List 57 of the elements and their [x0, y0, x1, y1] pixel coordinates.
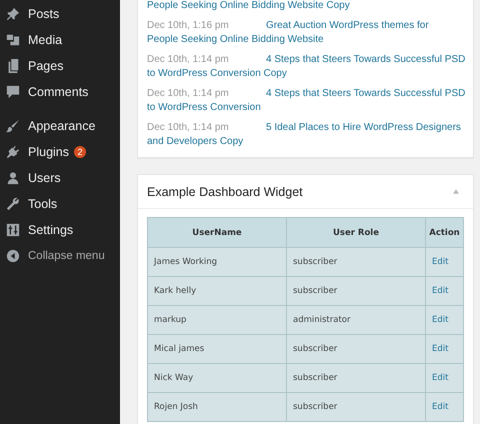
table-cell: Kark helly: [148, 276, 286, 306]
table-cell: subscriber: [286, 276, 426, 306]
wrench-icon: [6, 197, 20, 211]
collapse-toggle-icon[interactable]: [453, 189, 459, 194]
table-cell: Nick Way: [148, 364, 286, 392]
media-icon: [6, 33, 20, 47]
post-date: Dec 10th, 1:14 pm: [147, 87, 230, 101]
widget-title: Example Dashboard Widget: [147, 184, 303, 198]
edit-link[interactable]: Edit: [432, 373, 448, 383]
post-date: Dec 10th, 1:14 pm: [147, 53, 230, 67]
collapse-menu-button[interactable]: Collapse menu: [0, 243, 120, 269]
column-header: User Role: [286, 218, 426, 248]
sidebar-item[interactable]: Settings: [0, 217, 120, 243]
post-link[interactable]: and Developers Copy: [147, 136, 244, 147]
post-link[interactable]: People Seeking Online Bidding Website: [147, 34, 324, 45]
post-link[interactable]: 4 Steps that Steers Towards Successful PSD: [266, 54, 466, 65]
brush-icon: [6, 119, 20, 133]
column-header: Action: [426, 218, 464, 248]
post-link[interactable]: 5 Ideal Places to Hire WordPress Designers: [266, 122, 461, 133]
collapse-icon: [6, 249, 20, 263]
sidebar-item[interactable]: Plugins 2: [0, 139, 120, 165]
sidebar-item[interactable]: Users: [0, 165, 120, 191]
pushpin-icon: [6, 7, 20, 21]
sidebar-item[interactable]: Posts: [0, 1, 120, 27]
edit-link[interactable]: Edit: [432, 315, 448, 325]
sidebar-item[interactable]: Appearance: [0, 113, 120, 139]
post-date: Dec 10th, 1:16 pm: [147, 19, 230, 33]
table-cell: markup: [148, 306, 286, 334]
settings-icon: [6, 223, 20, 237]
plug-icon: [6, 145, 20, 159]
edit-link[interactable]: Edit: [432, 257, 448, 267]
table-cell: subscriber: [286, 334, 426, 364]
table-cell: Mical james: [148, 334, 286, 364]
sidebar-item[interactable]: Tools: [0, 191, 120, 217]
user-icon: [6, 171, 20, 185]
table-cell: subscriber: [286, 364, 426, 392]
table-cell: James Working: [148, 248, 286, 276]
pages-icon: [6, 59, 20, 73]
post-date: Dec 10th, 1:14 pm: [147, 121, 230, 135]
comment-icon: [6, 85, 20, 99]
edit-link[interactable]: Edit: [432, 286, 448, 296]
edit-link[interactable]: Edit: [432, 344, 448, 354]
edit-link[interactable]: Edit: [432, 402, 448, 412]
table-cell: subscriber: [286, 248, 426, 276]
post-link[interactable]: Great Auction WordPress themes for: [266, 20, 429, 31]
table-cell: Rojen Josh: [148, 392, 286, 422]
sidebar-item[interactable]: Media: [0, 27, 120, 53]
post-link[interactable]: to WordPress Conversion: [147, 102, 261, 113]
sidebar-item[interactable]: Pages: [0, 53, 120, 79]
post-link[interactable]: 4 Steps that Steers Towards Successful PSD: [266, 88, 466, 99]
sidebar-item[interactable]: Comments: [0, 79, 120, 105]
post-link[interactable]: People Seeking Online Bidding Website Copy: [147, 0, 350, 11]
post-link[interactable]: to WordPress Conversion Copy: [147, 68, 287, 79]
table-cell: administrator: [286, 306, 426, 334]
table-cell: subscriber: [286, 392, 426, 422]
column-header: UserName: [148, 218, 286, 248]
update-count-badge: 2: [74, 146, 86, 158]
